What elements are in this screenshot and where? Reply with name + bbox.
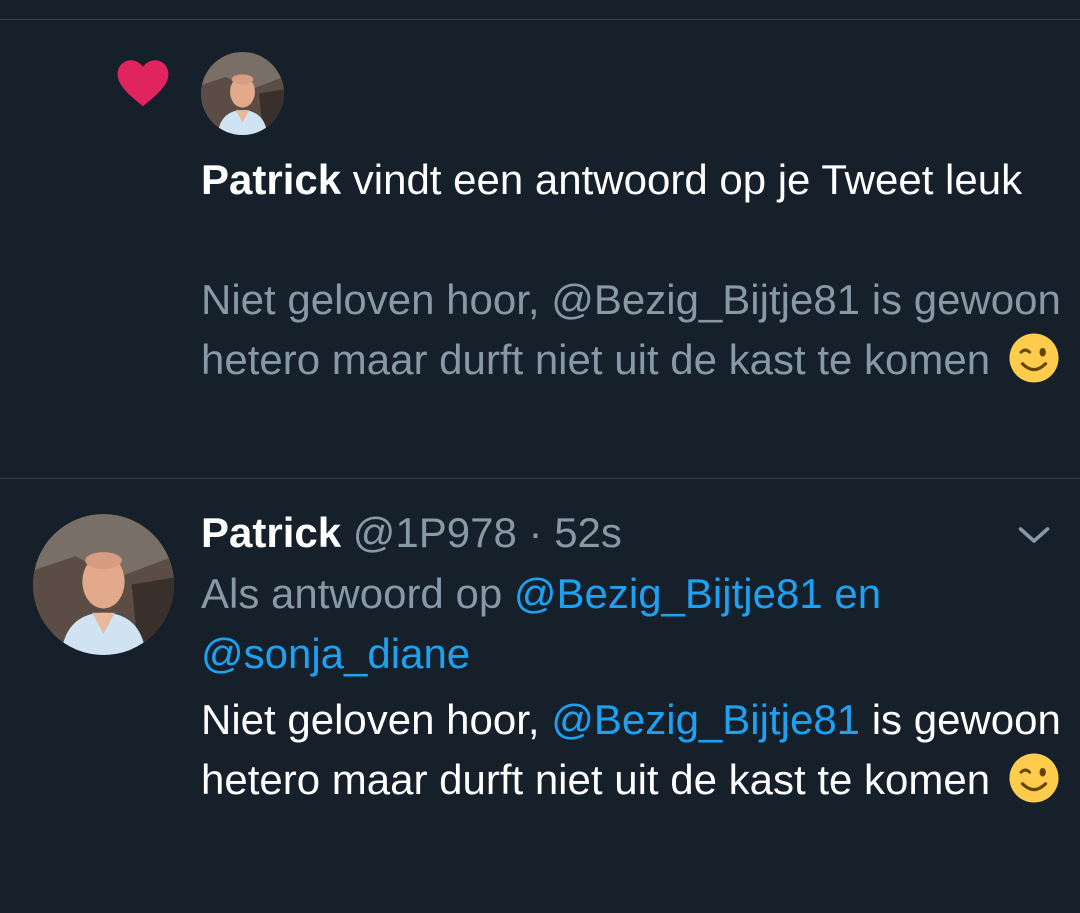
tweet-text-start: Niet geloven hoor, [201, 696, 552, 743]
display-name[interactable]: Patrick [201, 509, 341, 556]
winking-face-icon [1009, 333, 1059, 383]
mention-link[interactable]: @sonja_diane [201, 630, 470, 677]
notification-action: vindt een antwoord op je Tweet leuk [341, 156, 1023, 203]
quote-text-start: Niet geloven hoor, [201, 276, 552, 323]
avatar-image [33, 514, 174, 655]
user-handle[interactable]: @1P978 [353, 509, 517, 556]
avatar-image [201, 52, 284, 135]
reply-joiner[interactable]: en [823, 570, 881, 617]
divider [0, 19, 1080, 20]
replying-to: Als antwoord op @Bezig_Bijtje81 en @sonja… [201, 564, 1061, 684]
winking-face-icon [1009, 753, 1059, 803]
tweet-header: Patrick @1P978 · 52s [201, 503, 1001, 563]
meta-separator: · [516, 509, 555, 556]
notification-text: Patrick vindt een antwoord op je Tweet l… [201, 150, 1041, 210]
divider [0, 478, 1080, 479]
mention-link[interactable]: @Bezig_Bijtje81 [514, 570, 823, 617]
notifications-screen: Patrick vindt een antwoord op je Tweet l… [0, 0, 1080, 913]
avatar[interactable] [33, 514, 174, 655]
tweet-text: Niet geloven hoor, @Bezig_Bijtje81 is ge… [201, 690, 1061, 810]
chevron-down-icon[interactable] [1016, 520, 1052, 550]
reply-prefix: Als antwoord op [201, 570, 514, 617]
avatar[interactable] [201, 52, 284, 135]
timestamp[interactable]: 52s [554, 509, 622, 556]
mention-link[interactable]: @Bezig_Bijtje81 [551, 696, 860, 743]
heart-icon [117, 60, 169, 107]
actor-name[interactable]: Patrick [201, 156, 341, 203]
quote-mention: @Bezig_Bijtje81 [551, 276, 861, 323]
liked-reply-preview[interactable]: Niet geloven hoor, @Bezig_Bijtje81 is ge… [201, 270, 1061, 390]
